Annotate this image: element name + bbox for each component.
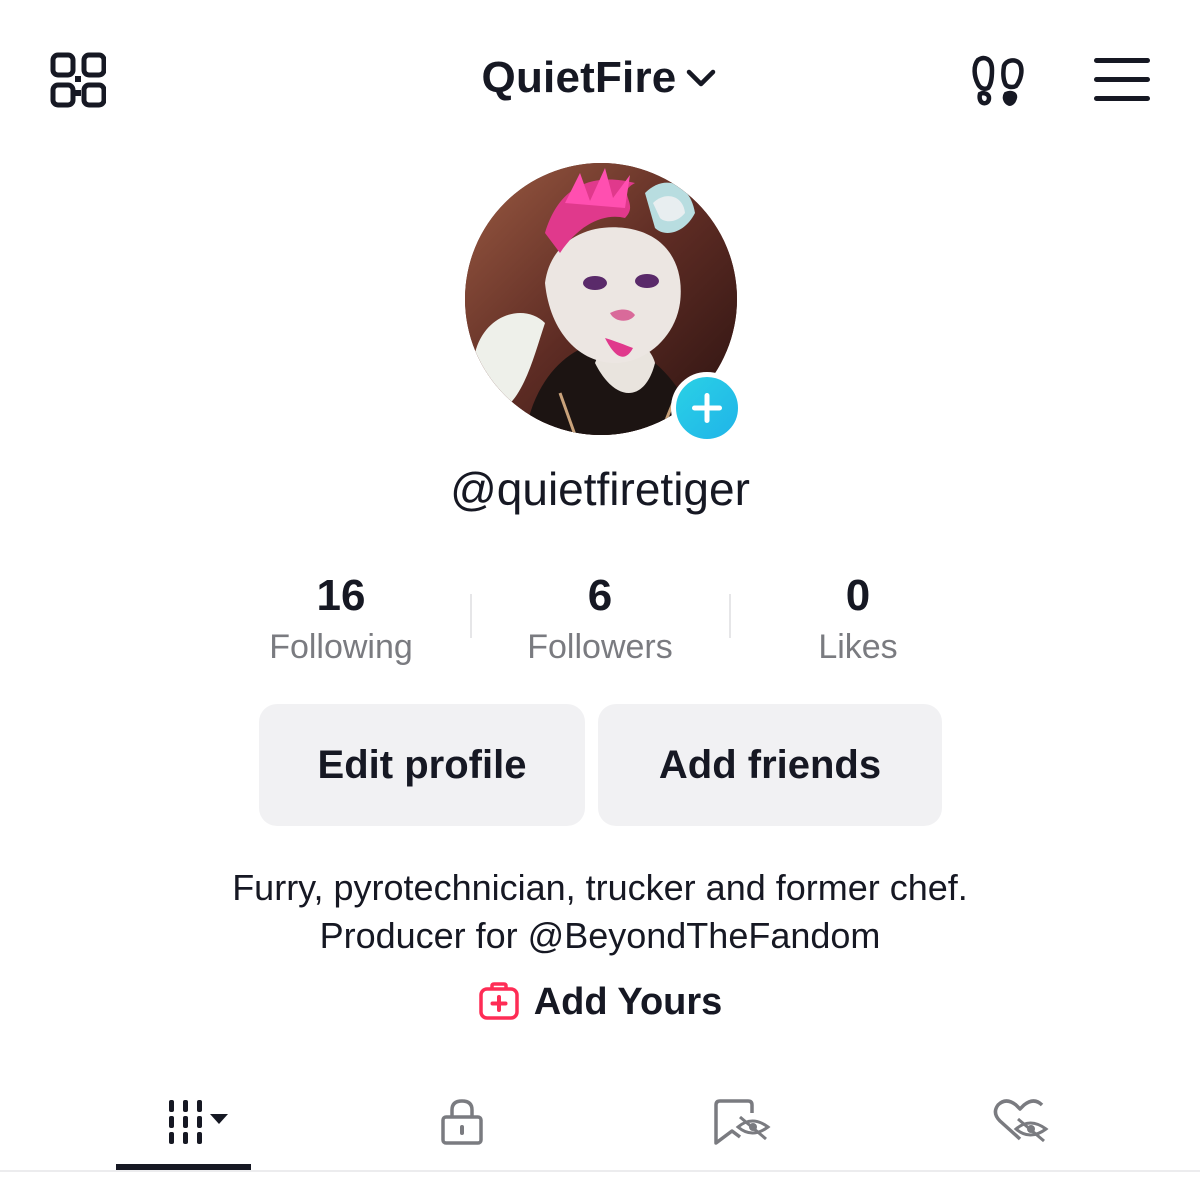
hamburger-menu-icon[interactable] xyxy=(1092,54,1152,106)
stat-label: Following xyxy=(269,628,413,666)
profile-page: QuietFire @quietfiretiger 16 Following 6… xyxy=(0,0,1200,1200)
account-name: QuietFire xyxy=(481,53,677,102)
stat-label: Followers xyxy=(527,628,673,666)
add-yours-label: Add Yours xyxy=(533,980,723,1023)
footprint-icon[interactable] xyxy=(968,50,1030,112)
add-avatar-button[interactable] xyxy=(671,372,743,444)
stat-likes[interactable]: 0 Likes xyxy=(748,570,968,667)
stat-divider xyxy=(470,594,472,638)
stat-value: 6 xyxy=(587,571,613,620)
stat-label: Likes xyxy=(818,628,898,666)
edit-profile-button[interactable]: Edit profile xyxy=(259,704,585,826)
tab-private[interactable] xyxy=(410,1082,514,1162)
stat-divider xyxy=(729,594,731,638)
hidden-heart-icon xyxy=(993,1099,1049,1143)
chevron-down-icon xyxy=(684,61,718,95)
add-yours-link[interactable]: Add Yours xyxy=(0,978,1200,1026)
stat-value: 16 xyxy=(316,571,366,620)
tab-saved[interactable] xyxy=(690,1082,794,1162)
stat-value: 0 xyxy=(845,571,871,620)
lock-icon xyxy=(441,1099,483,1145)
stat-following[interactable]: 16 Following xyxy=(231,570,451,667)
grid-videos-icon xyxy=(168,1100,228,1144)
add-yours-icon xyxy=(478,981,520,1023)
add-friends-button[interactable]: Add friends xyxy=(598,704,942,826)
plus-icon xyxy=(692,393,722,423)
tab-liked[interactable] xyxy=(968,1082,1072,1162)
stat-followers[interactable]: 6 Followers xyxy=(490,570,710,667)
profile-bio: Furry, pyrotechnician, trucker and forme… xyxy=(0,864,1200,960)
hidden-bookmark-icon xyxy=(714,1099,771,1145)
profile-handle: @quietfiretiger xyxy=(450,463,750,515)
tab-videos[interactable] xyxy=(116,1082,251,1162)
tab-bar-divider xyxy=(0,1170,1200,1172)
bio-line: Producer for @BeyondTheFandom xyxy=(319,915,881,956)
bio-line: Furry, pyrotechnician, trucker and forme… xyxy=(232,867,968,908)
